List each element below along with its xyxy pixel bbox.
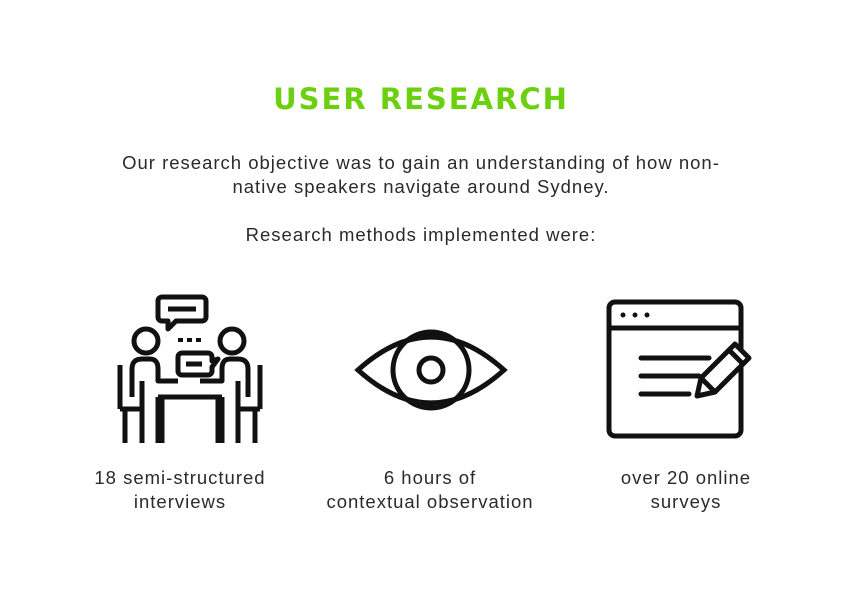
method-caption-observation: 6 hours of contextual observation (300, 466, 560, 514)
research-objective-line-1: Our research objective was to gain an un… (122, 152, 720, 173)
caption-line-1: 18 semi-structured (94, 467, 266, 488)
survey-icon (605, 298, 759, 440)
methods-label: Research methods implemented were: (245, 224, 597, 245)
caption-line-2: interviews (133, 491, 227, 512)
research-objective: Our research objective was to gain an un… (80, 151, 762, 199)
caption-line-2: contextual observation (326, 491, 534, 512)
eye-icon (354, 328, 508, 412)
research-objective-line-2: native speakers navigate around Sydney. (232, 176, 610, 197)
caption-line-1: 6 hours of (383, 467, 477, 488)
page-title: USER RESEARCH (273, 82, 569, 116)
caption-line-2: surveys (650, 491, 722, 512)
caption-line-1: over 20 online (620, 467, 752, 488)
method-caption-surveys: over 20 online surveys (556, 466, 816, 514)
method-caption-interviews: 18 semi-structured interviews (50, 466, 310, 514)
interview-icon (112, 293, 268, 445)
